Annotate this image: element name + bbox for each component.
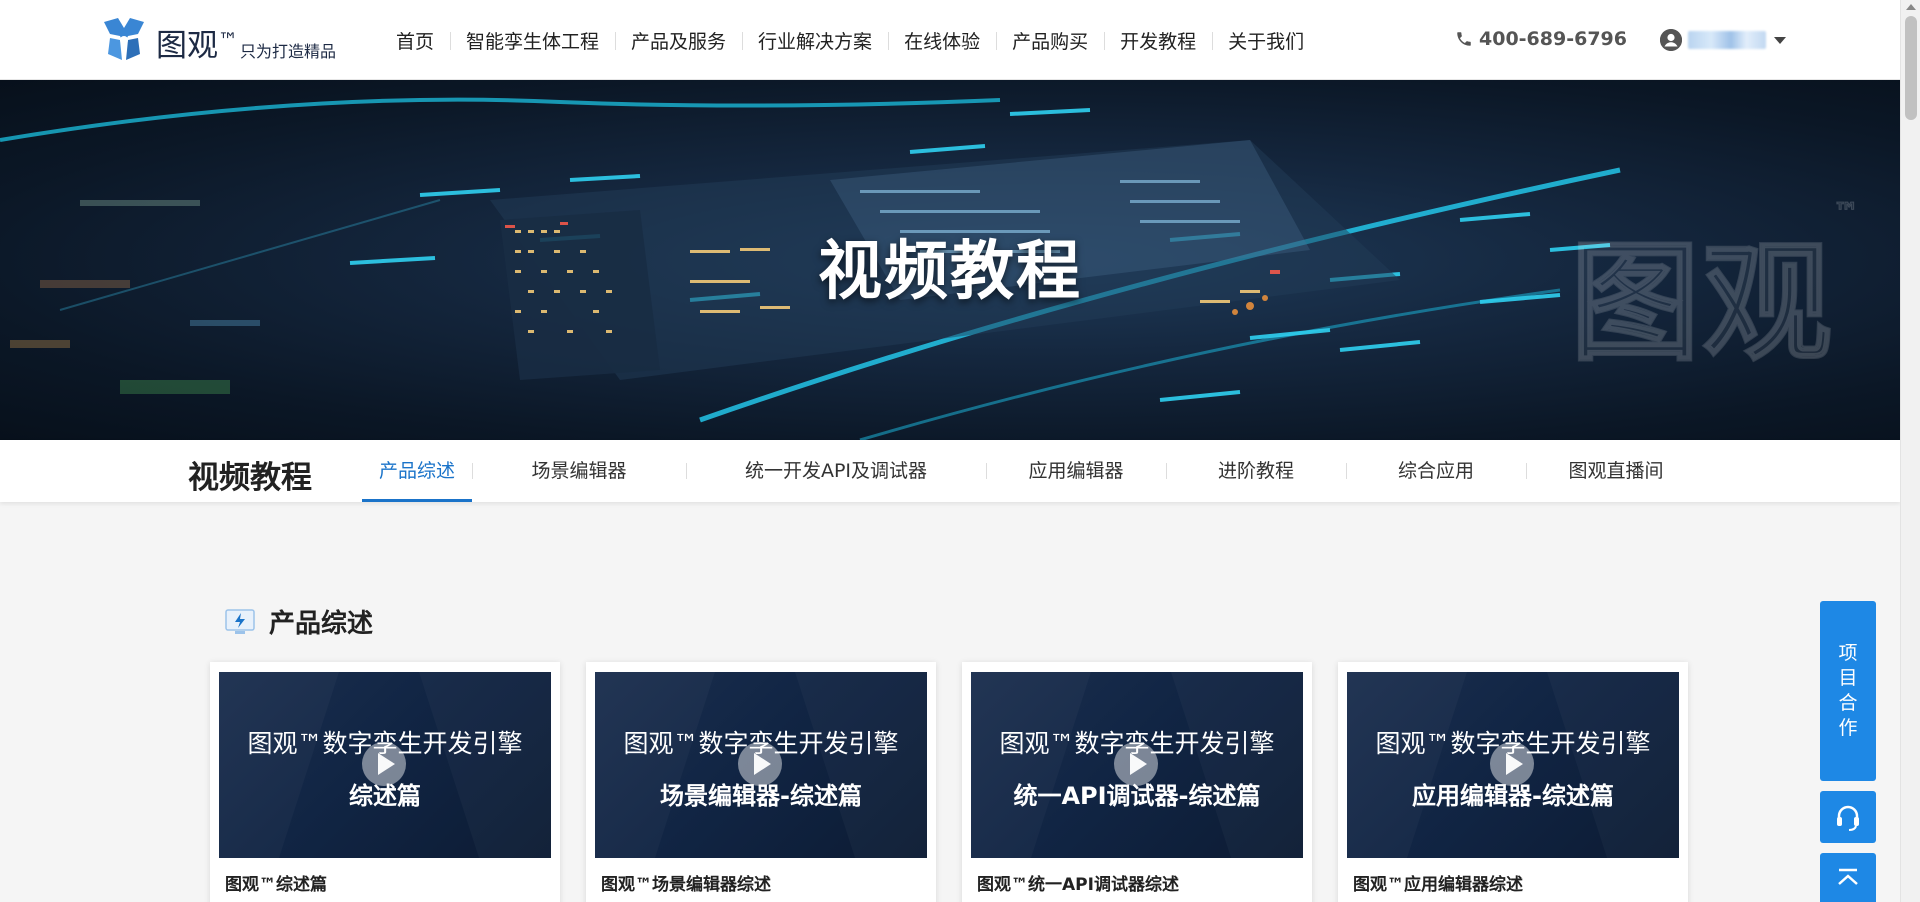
nav-item-solutions[interactable]: 行业解决方案 <box>742 27 888 54</box>
tab-product-overview[interactable]: 产品综述 <box>362 440 472 502</box>
tab-integrated-apps[interactable]: 综合应用 <box>1346 440 1526 502</box>
video-thumbnail[interactable]: 图观™数字孪生开发引擎 统一API调试器-综述篇 <box>971 672 1303 858</box>
nav-item-purchase[interactable]: 产品购买 <box>996 27 1104 54</box>
video-card-title[interactable]: 图观™场景编辑器综述 <box>595 870 927 895</box>
logo-trademark: ™ <box>218 28 238 52</box>
nav-item-about[interactable]: 关于我们 <box>1212 27 1320 54</box>
phone-text: 400-689-6796 <box>1479 28 1627 50</box>
phone-number[interactable]: 400-689-6796 <box>1455 28 1627 50</box>
tab-advanced-tutorials[interactable]: 进阶教程 <box>1166 440 1346 502</box>
play-icon[interactable] <box>362 742 406 786</box>
page-scrollbar[interactable] <box>1900 0 1920 902</box>
top-header: 图观 ™ 只为打造精品 首页 智能孪生体工程 产品及服务 行业解决方案 在线体验… <box>0 0 1900 80</box>
category-bar-title: 视频教程 <box>188 460 312 496</box>
section-title: 产品综述 <box>269 609 374 639</box>
tuguan-logo-icon <box>104 18 144 60</box>
hero-banner: 图观 ™ 视频教程 <box>0 80 1900 440</box>
video-card-title[interactable]: 图观™应用编辑器综述 <box>1347 870 1679 895</box>
tab-scene-editor[interactable]: 场景编辑器 <box>472 440 686 502</box>
coop-char: 目 <box>1838 667 1858 689</box>
phone-icon <box>1457 32 1471 46</box>
main-nav: 首页 智能孪生体工程 产品及服务 行业解决方案 在线体验 产品购买 开发教程 关… <box>380 0 1320 80</box>
play-icon[interactable] <box>1490 742 1534 786</box>
customer-support-button[interactable] <box>1820 791 1876 843</box>
user-name-redacted <box>1688 31 1766 49</box>
logo-name: 图观 <box>156 28 218 64</box>
scroll-up-arrow-icon[interactable] <box>1906 4 1916 10</box>
user-circle-icon <box>1660 29 1682 51</box>
coop-char: 作 <box>1838 717 1858 739</box>
category-bar: 视频教程 产品综述 场景编辑器 统一开发API及调试器 应用编辑器 进阶教程 综… <box>0 440 1900 502</box>
logo[interactable]: 图观 ™ 只为打造精品 <box>98 14 336 66</box>
headset-icon <box>1837 805 1859 831</box>
play-icon[interactable] <box>1114 742 1158 786</box>
video-thumbnail[interactable]: 图观™数字孪生开发引擎 应用编辑器-综述篇 <box>1347 672 1679 858</box>
tab-app-editor[interactable]: 应用编辑器 <box>986 440 1166 502</box>
logo-slogan: 只为打造精品 <box>240 42 337 61</box>
caret-down-icon[interactable] <box>1774 36 1786 44</box>
nav-item-products[interactable]: 产品及服务 <box>615 27 742 54</box>
nav-item-tutorials[interactable]: 开发教程 <box>1104 27 1212 54</box>
back-to-top-button[interactable] <box>1820 853 1876 902</box>
banner-title: 视频教程 <box>818 235 1082 309</box>
video-card[interactable]: 图观™数字孪生开发引擎 综述篇 图观™综述篇 <box>210 662 560 902</box>
video-card[interactable]: 图观™数字孪生开发引擎 统一API调试器-综述篇 图观™统一API调试器综述 <box>962 662 1312 902</box>
project-cooperation-button[interactable]: 项 目 合 作 <box>1820 601 1876 781</box>
coop-char: 合 <box>1838 692 1858 714</box>
scrollbar-thumb[interactable] <box>1905 16 1917 120</box>
section-header: 产品综述 <box>225 603 373 640</box>
video-card-title[interactable]: 图观™综述篇 <box>219 870 551 895</box>
category-tabs: 产品综述 场景编辑器 统一开发API及调试器 应用编辑器 进阶教程 综合应用 图… <box>362 440 1706 502</box>
video-thumbnail[interactable]: 图观™数字孪生开发引擎 场景编辑器-综述篇 <box>595 672 927 858</box>
lightning-monitor-icon <box>225 608 255 634</box>
video-card[interactable]: 图观™数字孪生开发引擎 场景编辑器-综述篇 图观™场景编辑器综述 <box>586 662 936 902</box>
nav-item-online-demo[interactable]: 在线体验 <box>888 27 996 54</box>
video-card-list: 图观™数字孪生开发引擎 综述篇 图观™综述篇 图观™数字孪生开发引擎 场景编辑器… <box>210 662 1714 902</box>
video-card[interactable]: 图观™数字孪生开发引擎 应用编辑器-综述篇 图观™应用编辑器综述 <box>1338 662 1688 902</box>
nav-item-twin-engineering[interactable]: 智能孪生体工程 <box>450 27 615 54</box>
video-thumbnail[interactable]: 图观™数字孪生开发引擎 综述篇 <box>219 672 551 858</box>
tab-unified-api-debugger[interactable]: 统一开发API及调试器 <box>686 440 986 502</box>
nav-item-home[interactable]: 首页 <box>380 27 450 54</box>
tab-live-room[interactable]: 图观直播间 <box>1526 440 1706 502</box>
coop-char: 项 <box>1838 642 1858 664</box>
play-icon[interactable] <box>738 742 782 786</box>
user-menu[interactable] <box>1660 29 1786 51</box>
video-card-title[interactable]: 图观™统一API调试器综述 <box>971 870 1303 895</box>
back-to-top-icon <box>1838 868 1858 885</box>
